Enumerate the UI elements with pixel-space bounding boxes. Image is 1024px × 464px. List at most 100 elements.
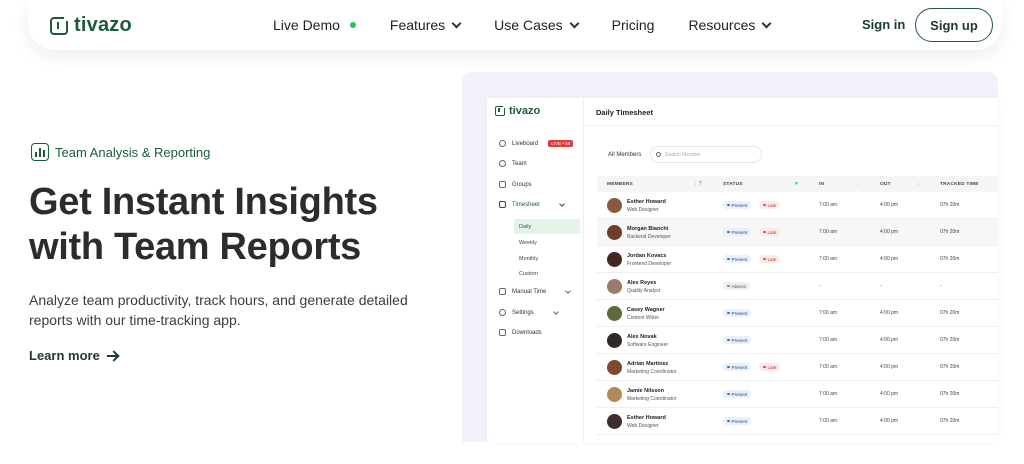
sort-icon[interactable]: ↓ [917,182,920,187]
table-row[interactable]: Alex Reyes Quality Analyst Absent - - - [597,273,998,300]
sidebar-item-liveboard[interactable]: Liveboard LIVE • 50 [499,140,574,147]
late-badge: Late [759,201,781,209]
late-label: Late [767,364,777,370]
learn-more-link[interactable]: Learn more [29,348,117,363]
sidebar-item-downloads[interactable]: Downloads [499,329,542,336]
filter-icon[interactable]: ▼ [794,182,799,187]
sidebar-item-settings[interactable]: Settings [499,308,559,316]
member-name: Morgan Bianchi [627,226,669,232]
sidebar-sub-daily[interactable]: Daily [514,219,580,234]
sign-up-button[interactable]: Sign up [915,8,993,42]
table-row[interactable]: Jordan Kovacs Frontend Developer Present La… [597,246,998,273]
tracked-time: 07h 20m [940,391,960,397]
nav-pricing-label: Pricing [611,17,655,33]
sidebar-sub-custom[interactable]: Custom [514,266,580,281]
avatar [607,306,622,321]
nav-use-cases-label: Use Cases [494,17,563,33]
sidebar-item-team[interactable]: Team [499,160,527,167]
arrow-right-icon [106,354,117,357]
late-dot [763,203,766,207]
sidebar-item-groups[interactable]: Groups [499,181,532,188]
sidebar-sub-monthly[interactable]: Monthly [514,251,580,266]
brand-logo[interactable]: tivazo [50,14,132,37]
table-row[interactable]: Casey Wagner Content Writer Present 7:00 am… [597,300,998,327]
status-badge: Present [723,228,752,236]
app-sidebar: tivazo Liveboard LIVE • 50 Team Groups T… [487,98,584,442]
table-row[interactable]: Morgan Bianchi Backend Developer Present La… [597,219,998,246]
chevron-down-icon [565,287,572,294]
table-row[interactable]: Jamie Nilsson Marketing Coordinator Presen… [597,381,998,408]
late-label: Late [767,256,777,262]
avatar [607,225,622,240]
status-badge: Present [723,201,752,209]
status-badge: Present [723,363,752,371]
in-time: 7:00 am [819,202,838,208]
tracked-time: - [940,283,942,289]
status-label: Present [731,337,748,343]
page-title: Daily Timesheet [596,108,653,117]
out-time: 4:00 pm [880,202,899,208]
sidebar-item-label: Liveboard [512,140,539,147]
sign-in-link[interactable]: Sign in [862,17,905,32]
status-dot [727,365,730,369]
app-logo: tivazo [495,104,540,117]
out-time: 4:00 pm [880,229,899,235]
in-time: 7:00 am [819,391,838,397]
status-badge: Present [723,309,752,317]
status-dot [727,419,730,423]
table-row[interactable]: Adrian Martinez Marketing Coordinator Pres… [597,354,998,381]
member-name: Jordan Kovacs [627,253,667,259]
table-row[interactable]: Esther Howard Web Designer Present Late 7:00… [597,192,998,219]
col-tracked-time[interactable]: TRACKED TIME [940,182,979,187]
sidebar-item-label: Manual Time [512,288,547,295]
col-out[interactable]: OUT [880,182,891,187]
member-filter[interactable]: All Members [608,152,641,158]
table-row[interactable]: Alex Novak Software Engineer Present 7:00 a… [597,327,998,354]
status-dot [727,257,730,261]
member-name: Adrian Martinez [627,361,669,367]
out-time: 4:00 pm [880,256,899,262]
nav-resources-label: Resources [688,17,756,33]
late-label: Late [767,202,777,208]
member-name: Alex Novak [627,334,657,340]
search-input[interactable]: Search Member [650,146,762,163]
sidebar-item-manual-time[interactable]: Manual Time [499,287,572,295]
search-placeholder: Search Member [665,151,701,158]
app-header: Daily Timesheet [584,98,998,126]
nav-use-cases[interactable]: Use Cases [494,17,580,33]
status-badge: Absent [723,282,750,290]
status-label: Present [731,418,748,424]
nav-pricing[interactable]: Pricing [612,17,655,33]
sort-icon[interactable]: ↓ [857,182,860,187]
search-icon [656,152,661,157]
table-row[interactable]: Esther Howard Web Designer Present 7:00 am 4… [597,408,998,435]
nav-features[interactable]: Features [390,17,462,33]
member-name: Alex Reyes [627,280,657,286]
clock-icon [499,288,506,295]
late-badge: Late [759,255,781,263]
chevron-down-icon [558,200,565,207]
late-badge: Late [759,363,781,371]
col-status[interactable]: STATUS [723,182,743,187]
member-role: Marketing Coordinator [627,396,677,402]
status-label: Present [731,229,748,235]
sidebar-sub-weekly[interactable]: Weekly [514,235,580,250]
avatar [607,360,622,375]
sidebar-item-label: Downloads [512,329,542,336]
status-dot [727,338,730,342]
team-icon [499,160,506,167]
sidebar-item-timesheet[interactable]: Timesheet [499,200,565,208]
hero-subtitle: Analyze team productivity, track hours, … [29,292,408,328]
avatar [607,252,622,267]
table-header: MEMBERS ↓ ⊤ STATUS ▼ IN ↓ OUT ↓ TRACKED … [597,176,998,192]
col-in[interactable]: IN [819,182,824,187]
sidebar-item-label: Settings [512,309,534,316]
nav-live-demo[interactable]: Live Demo [273,17,356,33]
in-time: - [819,283,821,289]
col-members[interactable]: MEMBERS [607,182,633,187]
tracked-time: 07h 20m [940,229,960,235]
nav-resources[interactable]: Resources [688,17,772,33]
tracked-time: 07h 20m [940,418,960,424]
sort-icon[interactable]: ↓ ⊤ [694,182,703,187]
chevron-down-icon [569,18,580,28]
